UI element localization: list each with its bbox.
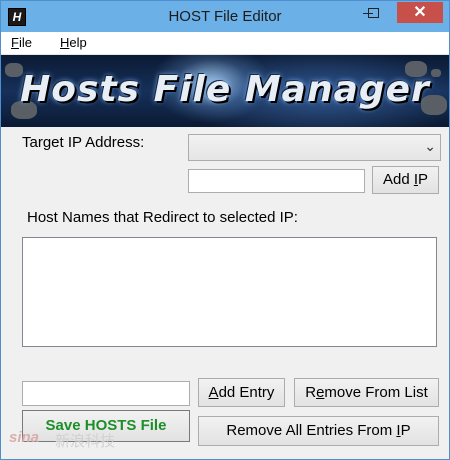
header-banner: Hosts File Manager	[1, 55, 449, 127]
watermark-text: 新浪科技	[55, 433, 116, 450]
host-entry-input[interactable]	[22, 381, 190, 406]
menu-help-accel: H	[60, 35, 70, 50]
add-entry-label: dd Entry	[218, 384, 275, 401]
menu-help-label: elp	[69, 35, 87, 50]
add-entry-button[interactable]: Add Entry	[198, 378, 285, 407]
menu-file-accel: F	[11, 35, 19, 50]
sina-logo: sina	[9, 429, 40, 446]
add-entry-accel: A	[208, 384, 219, 401]
add-ip-button[interactable]: Add IP	[372, 166, 439, 194]
host-names-list[interactable]	[22, 237, 437, 347]
menu-file[interactable]: File	[11, 35, 32, 50]
remove-all-label-pre: Remove All Entries From	[226, 422, 397, 439]
remove-from-list-label-pre: R	[305, 384, 317, 401]
title-bar[interactable]: H HOST File Editor ✕	[1, 1, 449, 32]
target-ip-dropdown[interactable]: ⌄	[188, 134, 441, 161]
new-ip-input[interactable]	[188, 169, 365, 193]
remove-all-label-post: P	[400, 422, 411, 439]
target-ip-label: Target IP Address:	[22, 134, 145, 151]
menu-help[interactable]: Help	[60, 35, 87, 50]
remove-from-list-label-post: move From List	[324, 384, 428, 401]
app-window: H HOST File Editor ✕ File Help Hosts Fil…	[0, 0, 450, 460]
add-ip-label-post: P	[418, 171, 429, 188]
host-names-label: Host Names that Redirect to selected IP:	[27, 209, 298, 226]
close-icon: ✕	[413, 4, 427, 21]
menu-bar: File Help	[1, 32, 449, 55]
chevron-down-icon: ⌄	[424, 138, 436, 154]
maximize-icon	[368, 8, 379, 18]
add-ip-label-pre: Add	[382, 171, 414, 188]
remove-from-list-button[interactable]: Remove From List	[294, 378, 439, 407]
close-button[interactable]: ✕	[397, 2, 443, 23]
remove-all-entries-button[interactable]: Remove All Entries From IP	[198, 416, 439, 446]
menu-file-label: ile	[18, 35, 32, 50]
banner-title: Hosts File Manager	[20, 69, 430, 110]
maximize-button[interactable]	[365, 2, 391, 23]
